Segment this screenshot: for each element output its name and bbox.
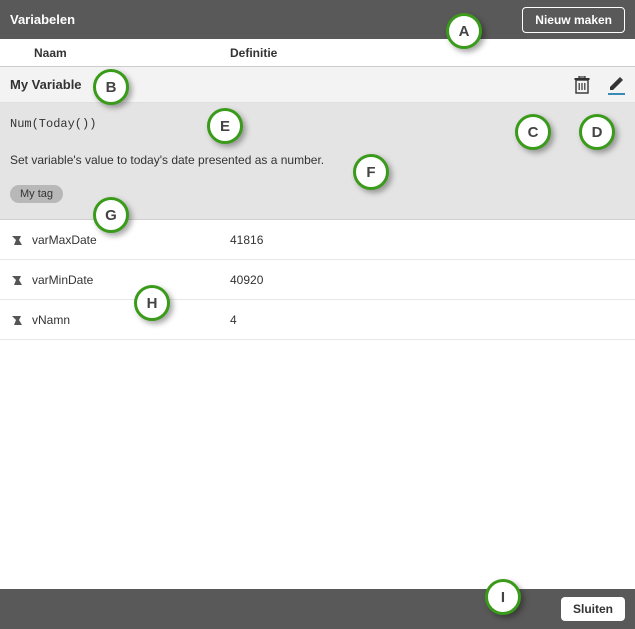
column-headers: Naam Definitie	[0, 39, 635, 67]
variable-detail-panel: Num(Today()) Set variable's value to tod…	[0, 103, 635, 220]
table-row[interactable]: varMinDate 40920	[0, 260, 635, 300]
variable-row-name: varMinDate	[32, 273, 230, 287]
edit-icon[interactable]	[608, 75, 625, 95]
variable-row-value: 40920	[230, 273, 263, 287]
row-actions	[574, 75, 625, 95]
table-row[interactable]: vNamn 4	[0, 300, 635, 340]
variable-row-value: 4	[230, 313, 237, 327]
variable-icon	[10, 233, 32, 247]
delete-icon[interactable]	[574, 76, 590, 94]
variable-tag[interactable]: My tag	[10, 185, 63, 203]
create-new-button[interactable]: Nieuw maken	[522, 7, 625, 33]
dialog-footer: Sluiten	[0, 589, 635, 629]
dialog-title: Variabelen	[10, 12, 75, 27]
selected-variable-row[interactable]: My Variable	[0, 67, 635, 103]
table-row[interactable]: varMaxDate 41816	[0, 220, 635, 260]
variable-definition-code: Num(Today())	[10, 117, 625, 131]
variable-icon	[10, 313, 32, 327]
variable-row-name: varMaxDate	[32, 233, 230, 247]
selected-variable-name: My Variable	[10, 77, 574, 92]
dialog-header: Variabelen Nieuw maken	[0, 0, 635, 39]
variable-icon	[10, 273, 32, 287]
column-name-header: Naam	[0, 46, 230, 60]
variable-row-value: 41816	[230, 233, 263, 247]
close-button[interactable]: Sluiten	[561, 597, 625, 621]
column-definition-header: Definitie	[230, 46, 277, 60]
variable-description: Set variable's value to today's date pre…	[10, 153, 625, 167]
variable-row-name: vNamn	[32, 313, 230, 327]
